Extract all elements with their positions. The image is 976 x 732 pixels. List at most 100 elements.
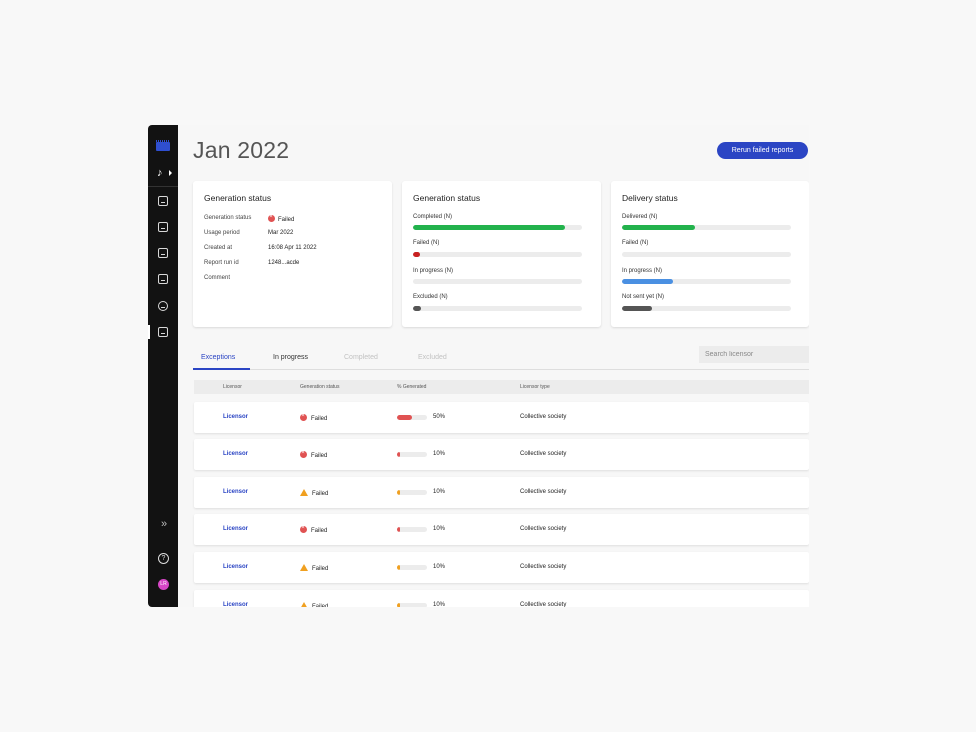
active-tab-underline: [193, 368, 250, 370]
status-text: Failed: [312, 604, 329, 607]
error-icon: [300, 525, 307, 533]
card-title: Generation status: [413, 193, 481, 203]
licensor-link[interactable]: Licensor: [223, 564, 248, 570]
generation-status-cell: Failed: [300, 450, 328, 459]
licensor-link[interactable]: Licensor: [223, 414, 248, 420]
checklist-icon[interactable]: [158, 274, 168, 284]
percent-label: 10%: [433, 564, 446, 570]
progress-bar: [413, 225, 582, 230]
table-row[interactable]: Licensor Failed 10% Collective society: [194, 439, 809, 470]
generation-details-card: Generation status Generation status Fail…: [193, 181, 392, 327]
status-text: Failed: [311, 528, 328, 534]
percent-bar: [397, 565, 427, 570]
progress-bar: [413, 279, 582, 284]
licensor-type: Collective society: [520, 451, 567, 457]
ticket-icon[interactable]: [158, 222, 168, 232]
progress-bar: [622, 225, 791, 230]
generation-status-cell: Failed: [300, 602, 328, 607]
licensor-type: Collective society: [520, 564, 567, 570]
column-header-licensor: Licensor: [223, 384, 242, 390]
percent-bar: [397, 415, 427, 420]
profile-icon[interactable]: [158, 196, 168, 206]
table-header: Licensor Generation status % Generated L…: [194, 380, 809, 394]
avatar[interactable]: LR: [158, 579, 169, 590]
progress-bar: [622, 252, 791, 257]
logo-icon[interactable]: [156, 140, 170, 151]
search-input[interactable]: [699, 346, 809, 363]
bar-label: Failed (N): [622, 240, 649, 246]
report-icon[interactable]: [158, 327, 168, 337]
percent-fill: [397, 603, 400, 607]
percent-label: 10%: [433, 451, 446, 457]
detail-value: 1248...acde: [268, 260, 300, 266]
page-title: Jan 2022: [193, 137, 290, 163]
bar-label: In progress (N): [413, 268, 454, 274]
progress-bar: [622, 306, 791, 311]
app-frame: ♪ » ? LR Jan 2022 Rerun failed reports G…: [148, 125, 809, 607]
detail-key: Created at: [204, 245, 233, 251]
card-title: Generation status: [204, 193, 272, 203]
detail-key: Comment: [204, 275, 231, 281]
rerun-failed-reports-button[interactable]: Rerun failed reports: [717, 142, 808, 159]
expand-icon[interactable]: »: [161, 519, 167, 530]
music-icon[interactable]: ♪: [157, 166, 173, 180]
progress-fill: [622, 306, 653, 311]
percent-label: 10%: [433, 602, 446, 607]
bar-label: In progress (N): [622, 268, 663, 274]
status-text: Failed: [312, 491, 329, 497]
bar-label: Not sent yet (N): [622, 294, 665, 300]
table-row[interactable]: Licensor Failed 10% Collective society: [194, 514, 809, 545]
table-row[interactable]: Licensor Failed 10% Collective society: [194, 477, 809, 508]
progress-fill: [413, 252, 420, 257]
warning-icon: [300, 564, 308, 571]
licensor-type: Collective society: [520, 526, 567, 532]
status-text: Failed: [311, 453, 328, 459]
table-row[interactable]: Licensor Failed 10% Collective society: [194, 552, 809, 583]
play-icon[interactable]: [158, 301, 168, 311]
table-row[interactable]: Licensor Failed 10% Collective society: [194, 590, 809, 607]
licensor-link[interactable]: Licensor: [223, 526, 248, 532]
table-row[interactable]: Licensor Failed 50% Collective society: [194, 402, 809, 433]
licensor-link[interactable]: Licensor: [223, 451, 248, 457]
image-icon[interactable]: [158, 248, 168, 258]
progress-bar: [413, 306, 582, 311]
licensor-link[interactable]: Licensor: [223, 489, 248, 495]
bar-label: Failed (N): [413, 240, 440, 246]
percent-fill: [397, 565, 400, 570]
warning-icon: [300, 602, 308, 607]
tab-completed[interactable]: Completed: [344, 354, 378, 361]
warning-icon: [300, 489, 308, 496]
sidebar-divider: [148, 186, 178, 187]
progress-fill: [413, 306, 422, 311]
percent-label: 10%: [433, 526, 446, 532]
percent-bar: [397, 603, 427, 607]
licensor-link[interactable]: Licensor: [223, 602, 248, 607]
help-icon[interactable]: ?: [158, 553, 169, 564]
percent-bar: [397, 490, 427, 495]
sidebar: ♪ » ? LR: [148, 125, 178, 607]
generation-status-card: Generation status Completed (N) Failed (…: [402, 181, 601, 327]
percent-label: 50%: [433, 414, 446, 420]
status-text: Failed: [311, 416, 328, 422]
bar-label: Delivered (N): [622, 214, 658, 220]
error-icon: [300, 413, 307, 421]
status-text: Failed: [312, 566, 329, 572]
progress-fill: [622, 225, 695, 230]
percent-bar: [397, 527, 427, 532]
detail-value: 16:08 Apr 11 2022: [268, 245, 317, 251]
generation-status-cell: Failed: [300, 525, 328, 534]
error-icon: [268, 214, 275, 222]
card-title: Delivery status: [622, 193, 678, 203]
licensor-type: Collective society: [520, 602, 567, 607]
percent-bar: [397, 452, 427, 457]
error-icon: [300, 450, 307, 458]
tab-excluded[interactable]: Excluded: [418, 354, 447, 361]
tab-exceptions[interactable]: Exceptions: [201, 354, 235, 361]
tab-in-progress[interactable]: In progress: [273, 354, 308, 361]
bar-label: Excluded (N): [413, 294, 448, 300]
status-text: Failed: [278, 217, 295, 223]
detail-key: Generation status: [204, 215, 252, 221]
column-header-percent-generated: % Generated: [397, 384, 427, 390]
percent-fill: [397, 415, 412, 420]
percent-fill: [397, 490, 400, 495]
